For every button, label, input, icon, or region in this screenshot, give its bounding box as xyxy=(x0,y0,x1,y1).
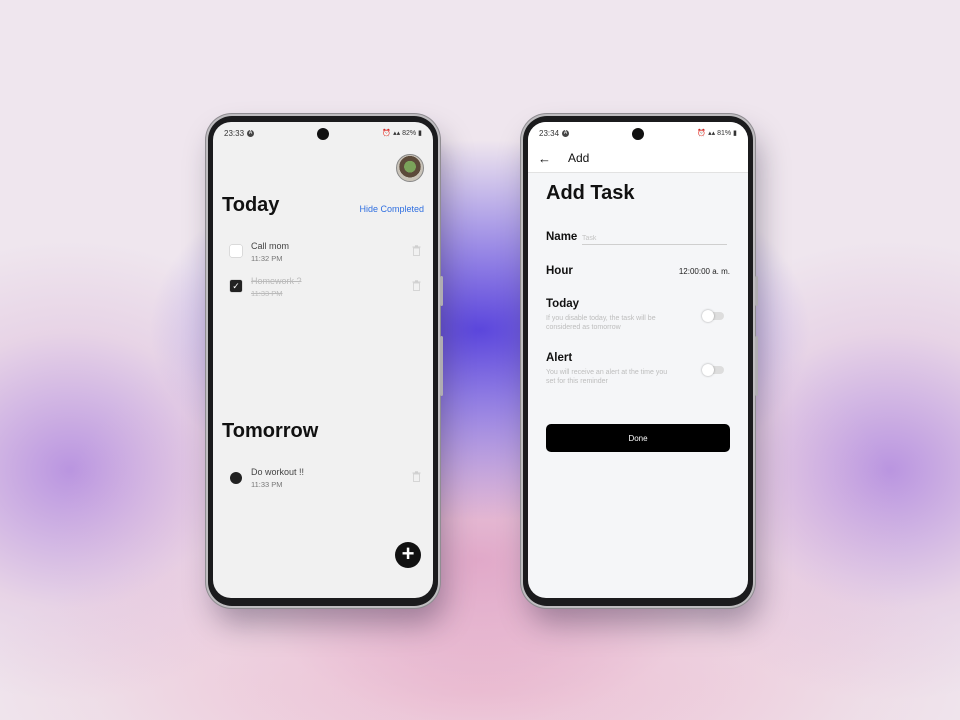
battery-level: 82% xyxy=(402,129,417,137)
add-task-button[interactable]: + xyxy=(395,542,421,568)
power-button xyxy=(755,336,758,396)
battery-level: 81% xyxy=(717,129,732,137)
task-name: Homework ? xyxy=(251,276,302,286)
trash-icon[interactable] xyxy=(412,280,421,291)
hour-picker[interactable]: 12:00:00 a. m. xyxy=(679,267,730,276)
today-heading: Today xyxy=(222,194,280,216)
power-button xyxy=(440,336,443,396)
trash-icon[interactable] xyxy=(412,471,421,482)
task-name-input[interactable] xyxy=(582,232,727,245)
app-bar: ← Add xyxy=(528,144,748,173)
page-title: Add Task xyxy=(546,182,635,204)
add-task-screen: 23:34 A ⏰ ▴▴ 81% ▮ ← Add Add Task Name H… xyxy=(528,122,748,598)
alarm-icon: ⏰ xyxy=(697,130,707,137)
background-gradient xyxy=(0,0,960,720)
alert-hint: You will receive an alert at the time yo… xyxy=(546,369,668,385)
name-label: Name xyxy=(546,231,578,243)
tomorrow-heading: Tomorrow xyxy=(222,420,319,442)
alert-label: Alert xyxy=(546,352,573,364)
task-checkbox-checked[interactable]: ✓ xyxy=(230,280,242,292)
battery-icon: ▮ xyxy=(733,130,737,137)
task-list-screen: 23:33 A ⏰ ▴▴ 82% ▮ Today Hide Completed … xyxy=(213,122,433,598)
avatar[interactable] xyxy=(396,154,424,182)
task-name: Do workout !! xyxy=(251,467,305,477)
alert-toggle[interactable] xyxy=(702,364,724,376)
task-item[interactable]: Call mom 11:32 PM xyxy=(229,239,421,267)
task-name: Call mom xyxy=(251,241,290,251)
volume-button xyxy=(755,276,758,306)
status-icons: ⏰ ▴▴ 81% ▮ xyxy=(697,129,737,138)
wifi-signal-icon: ▴▴ xyxy=(393,130,401,137)
status-icons: ⏰ ▴▴ 82% ▮ xyxy=(382,129,422,138)
plus-icon: + xyxy=(401,541,415,566)
volume-button xyxy=(440,276,443,306)
checkmark-icon: ✓ xyxy=(232,281,240,291)
arrow-left-icon[interactable]: ← xyxy=(538,151,554,166)
app-notification-icon: A xyxy=(562,129,570,137)
alarm-icon: ⏰ xyxy=(382,130,392,137)
front-camera xyxy=(632,128,644,140)
hide-completed-link[interactable]: Hide Completed xyxy=(359,204,424,214)
status-time: 23:34 xyxy=(539,128,560,138)
phone-list: 23:33 A ⏰ ▴▴ 82% ▮ Today Hide Completed … xyxy=(208,116,443,606)
task-time: 11:33 PM xyxy=(251,480,283,489)
task-time: 11:33 PM xyxy=(251,289,283,298)
hour-label: Hour xyxy=(546,265,573,277)
app-bar-title: Add xyxy=(568,151,590,165)
task-item[interactable]: Do workout !! 11:33 PM xyxy=(229,465,421,493)
today-toggle[interactable] xyxy=(702,310,724,322)
done-button[interactable]: Done xyxy=(546,424,730,452)
today-label: Today xyxy=(546,298,580,310)
battery-icon: ▮ xyxy=(418,130,422,137)
today-hint: If you disable today, the task will be c… xyxy=(546,315,656,331)
task-time: 11:32 PM xyxy=(251,254,283,263)
task-checkbox[interactable] xyxy=(230,245,242,257)
app-notification-icon: A xyxy=(247,129,255,137)
phone-add: 23:34 A ⏰ ▴▴ 81% ▮ ← Add Add Task Name H… xyxy=(523,116,758,606)
wifi-signal-icon: ▴▴ xyxy=(708,130,716,137)
front-camera xyxy=(317,128,329,140)
task-item[interactable]: ✓ Homework ? 11:33 PM xyxy=(229,274,421,302)
trash-icon[interactable] xyxy=(412,245,421,256)
status-time: 23:33 xyxy=(224,128,245,138)
task-bullet xyxy=(230,472,242,484)
